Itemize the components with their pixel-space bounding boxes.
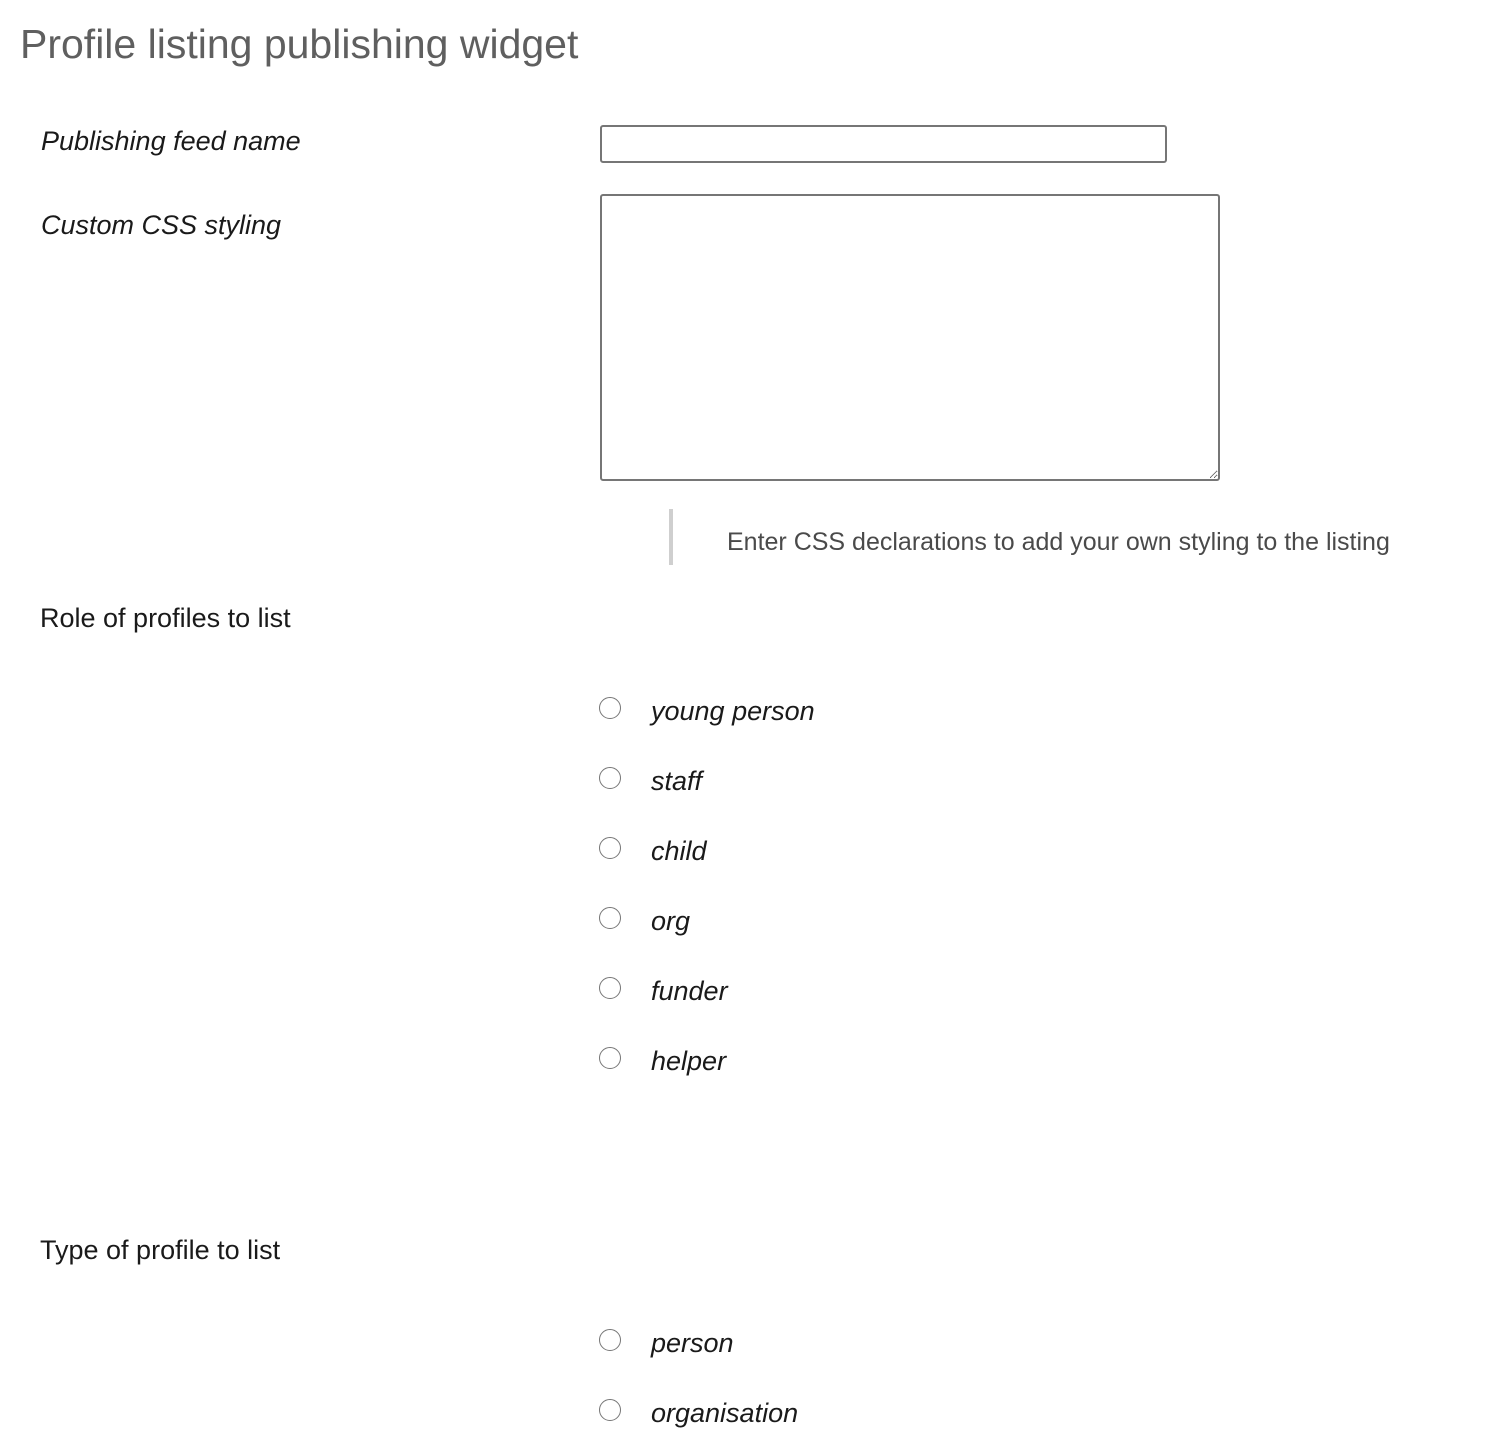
- radio-button[interactable]: [599, 1329, 621, 1351]
- radio-button[interactable]: [599, 837, 621, 859]
- type-option-label: organisation: [651, 1398, 799, 1428]
- custom-css-help-text: Enter CSS declarations to add your own s…: [727, 528, 1390, 556]
- role-option-label: org: [651, 906, 691, 936]
- custom-css-textarea[interactable]: [600, 194, 1220, 481]
- role-option-child[interactable]: child: [598, 836, 1098, 873]
- radio-button[interactable]: [599, 907, 621, 929]
- role-option-label: young person: [651, 696, 815, 726]
- role-option-label: child: [651, 836, 707, 866]
- type-option-label: person: [651, 1328, 734, 1358]
- type-group-label: Type of profile to list: [40, 1235, 281, 1265]
- page-title: Profile listing publishing widget: [20, 21, 579, 67]
- custom-css-help: Enter CSS declarations to add your own s…: [669, 509, 1459, 565]
- widget-form-page: Profile listing publishing widget Publis…: [0, 0, 1505, 1454]
- custom-css-label: Custom CSS styling: [41, 210, 282, 240]
- role-option-staff[interactable]: staff: [598, 766, 1098, 803]
- radio-button[interactable]: [599, 767, 621, 789]
- radio-button[interactable]: [599, 697, 621, 719]
- role-option-helper[interactable]: helper: [598, 1046, 1098, 1083]
- feed-name-input[interactable]: [600, 125, 1167, 163]
- role-option-org[interactable]: org: [598, 906, 1098, 943]
- role-option-young-person[interactable]: young person: [598, 696, 1098, 733]
- role-option-funder[interactable]: funder: [598, 976, 1098, 1013]
- role-group-label: Role of profiles to list: [40, 603, 291, 633]
- radio-button[interactable]: [599, 1047, 621, 1069]
- radio-button[interactable]: [599, 977, 621, 999]
- role-option-label: staff: [651, 766, 703, 796]
- role-option-label: funder: [651, 976, 728, 1006]
- role-option-label: helper: [651, 1046, 727, 1076]
- type-option-organisation[interactable]: organisation: [598, 1398, 1098, 1435]
- radio-button[interactable]: [599, 1399, 621, 1421]
- feed-name-label: Publishing feed name: [41, 126, 301, 156]
- type-option-person[interactable]: person: [598, 1328, 1098, 1365]
